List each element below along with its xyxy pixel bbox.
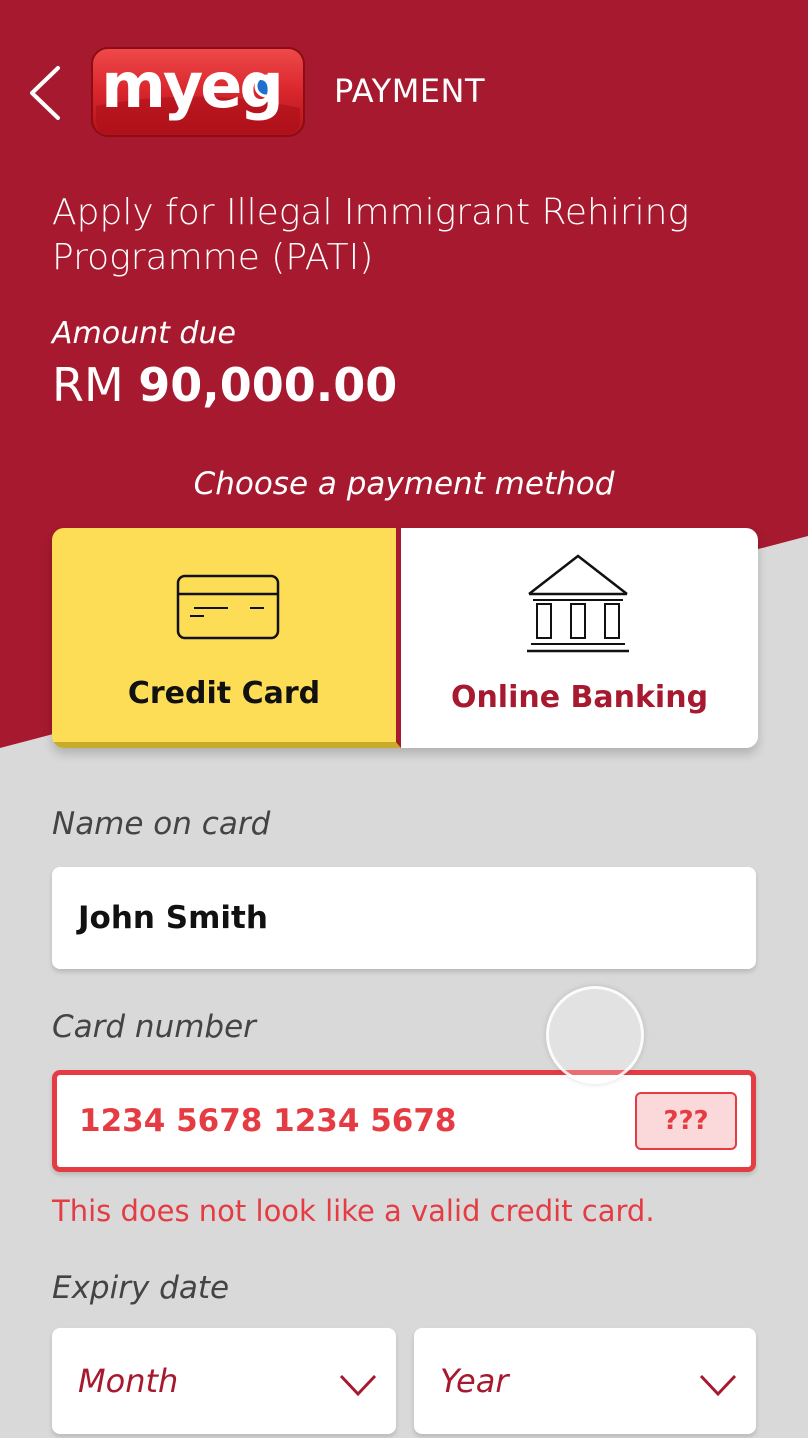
cvv-field[interactable]: ??? xyxy=(635,1092,737,1150)
chevron-down-icon xyxy=(699,1374,737,1397)
amount-due-label: Amount due xyxy=(52,316,236,351)
amount-number: 90,000.00 xyxy=(138,358,398,412)
bank-icon xyxy=(527,554,629,653)
year-placeholder: Year xyxy=(440,1362,509,1400)
card-error-message: This does not look like a valid credit c… xyxy=(52,1194,655,1228)
chevron-down-icon xyxy=(339,1374,377,1397)
card-number-value: 1234 5678 1234 5678 xyxy=(79,1103,457,1139)
payment-method-tabs: Credit Card Online Banking xyxy=(52,528,758,748)
expiry-date-label: Expiry date xyxy=(52,1270,230,1306)
tab-online-banking[interactable]: Online Banking xyxy=(401,528,758,748)
credit-card-icon xyxy=(176,574,280,640)
myeg-logo: myeg xyxy=(90,46,306,140)
name-on-card-field[interactable]: John Smith xyxy=(52,867,756,969)
card-number-label: Card number xyxy=(52,1009,256,1045)
page-title: PAYMENT xyxy=(334,72,486,110)
tab-credit-card[interactable]: Credit Card xyxy=(52,528,401,748)
logo-text: myeg xyxy=(101,48,283,122)
amount-currency: RM xyxy=(52,358,124,412)
online-banking-label: Online Banking xyxy=(450,680,709,715)
expiry-year-select[interactable]: Year xyxy=(414,1328,756,1434)
amount-due-value: RM 90,000.00 xyxy=(52,358,397,412)
choose-payment-label: Choose a payment method xyxy=(193,466,615,502)
month-placeholder: Month xyxy=(78,1362,179,1400)
back-arrow-icon[interactable] xyxy=(26,64,66,122)
touch-indicator xyxy=(546,986,644,1084)
name-on-card-label: Name on card xyxy=(52,806,271,842)
expiry-month-select[interactable]: Month xyxy=(52,1328,396,1434)
name-on-card-value: John Smith xyxy=(78,900,268,936)
service-title: Apply for Illegal Immigrant Rehiring Pro… xyxy=(52,192,690,278)
credit-card-label: Credit Card xyxy=(127,676,321,711)
card-number-field[interactable]: 1234 5678 1234 5678 ??? xyxy=(52,1070,756,1172)
